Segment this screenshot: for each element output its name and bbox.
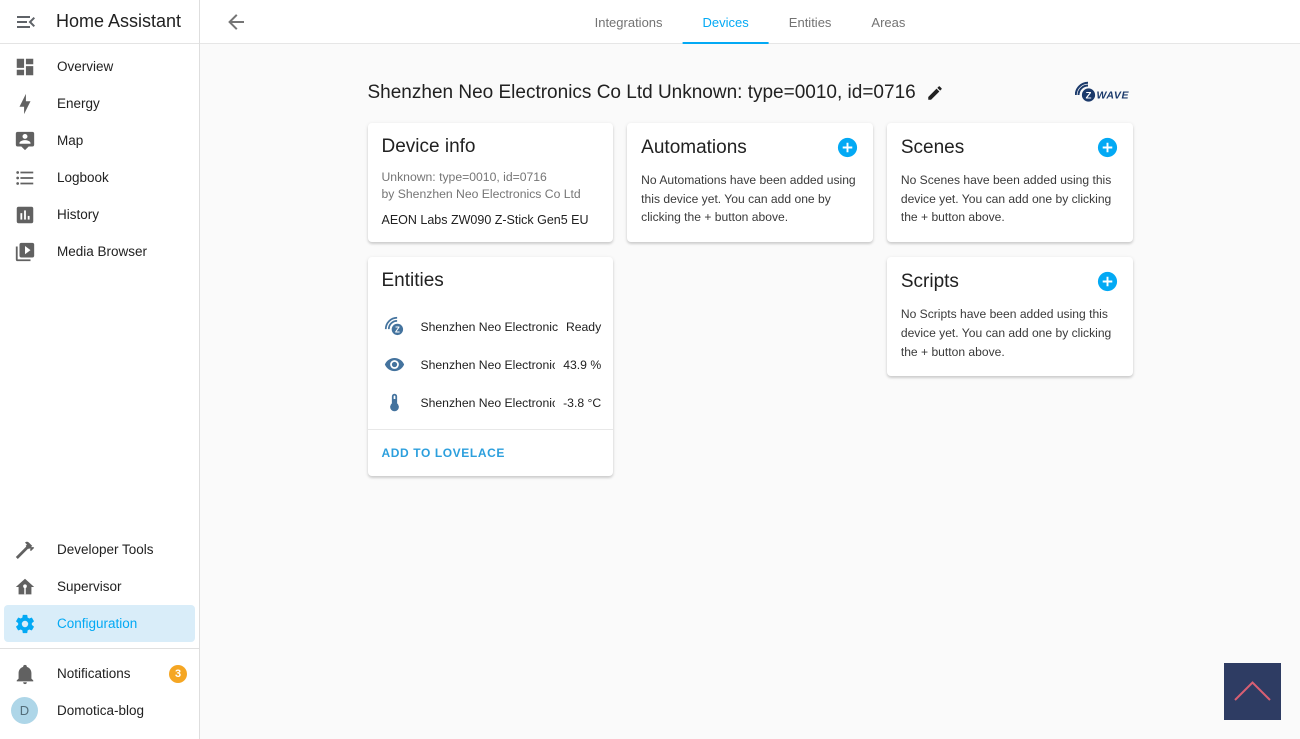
lightning-bolt-icon <box>14 93 36 115</box>
sidebar-item-profile[interactable]: D Domotica-blog <box>0 692 199 729</box>
scenes-title: Scenes <box>900 136 965 158</box>
add-automation-button[interactable] <box>836 136 859 159</box>
entities-card-footer: ADD TO LOVELACE <box>367 428 614 476</box>
cards-column-2: Automations No Automations have been add… <box>627 123 873 257</box>
scripts-empty-text: No Scripts have been added using this de… <box>900 307 1112 359</box>
device-info-title: Device info <box>381 136 476 157</box>
cards-grid: Device info Unknown: type=0010, id=0716 … <box>367 123 1133 491</box>
scenes-empty-text: No Scenes have been added using this dev… <box>900 173 1112 225</box>
entities-title: Entities <box>381 269 444 291</box>
svg-text:Z: Z <box>394 325 399 334</box>
entity-row[interactable]: Shenzhen Neo Electronics C... -3.8 °C <box>368 384 614 422</box>
main-area: Integrations Devices Entities Areas Shen… <box>200 0 1300 739</box>
scripts-title: Scripts <box>900 270 959 292</box>
device-model: Unknown: type=0010, id=0716 <box>381 170 547 184</box>
automations-card: Automations No Automations have been add… <box>627 123 873 243</box>
entity-name: Shenzhen Neo Electronics C... <box>420 357 556 372</box>
device-via: AEON Labs ZW090 Z-Stick Gen5 EU <box>381 212 589 227</box>
sidebar-nav: Overview Energy Map Logbook History Medi… <box>0 44 199 270</box>
tab-devices[interactable]: Devices <box>682 0 770 44</box>
avatar: D <box>11 697 38 724</box>
eye-icon <box>384 354 405 375</box>
cards-column-1: Device info Unknown: type=0010, id=0716 … <box>367 123 614 491</box>
home-assistant-icon <box>14 576 36 598</box>
chart-box-icon <box>14 204 36 226</box>
sidebar-bottom: Developer Tools Supervisor Configuration… <box>0 531 199 739</box>
svg-text:WAVE: WAVE <box>1096 89 1129 101</box>
entity-row[interactable]: Shenzhen Neo Electronics C... 43.9 % <box>368 346 614 384</box>
back-arrow-icon[interactable] <box>224 10 248 34</box>
entities-card: Entities Z Shenzhen Neo Electronic Ready… <box>367 256 614 476</box>
add-script-button[interactable] <box>1096 270 1119 293</box>
notification-badge: 3 <box>169 664 187 683</box>
top-header: Integrations Devices Entities Areas <box>200 0 1300 44</box>
app-title: Home Assistant <box>56 11 182 31</box>
tab-integrations[interactable]: Integrations <box>575 0 683 44</box>
scenes-card: Scenes No Scenes have been added using t… <box>886 123 1133 243</box>
entity-state: 43.9 % <box>563 357 602 372</box>
sidebar-header: Home Assistant <box>0 0 199 44</box>
sidebar-item-supervisor[interactable]: Supervisor <box>0 568 199 605</box>
tab-areas[interactable]: Areas <box>851 0 925 44</box>
config-tabs: Integrations Devices Entities Areas <box>575 0 926 44</box>
dashboard-icon <box>14 56 36 78</box>
sidebar-item-history[interactable]: History <box>0 196 199 233</box>
sidebar-item-map[interactable]: Map <box>0 122 199 159</box>
sidebar: Home Assistant Overview Energy Map Logbo… <box>0 0 200 739</box>
entity-state: -3.8 °C <box>563 395 602 410</box>
menu-open-icon[interactable] <box>14 10 38 34</box>
zwave-brand-logo: Z WAVE <box>1074 76 1133 111</box>
entity-row[interactable]: Z Shenzhen Neo Electronics C... Ready <box>368 308 614 346</box>
gear-icon <box>14 613 36 635</box>
list-icon <box>14 167 36 189</box>
svg-text:Z: Z <box>1085 90 1091 101</box>
cards-column-3: Scenes No Scenes have been added using t… <box>886 123 1133 391</box>
add-to-lovelace-button[interactable]: ADD TO LOVELACE <box>382 446 505 460</box>
corner-chevron-logo <box>1224 663 1281 720</box>
sidebar-item-overview[interactable]: Overview <box>0 48 199 85</box>
page-title: Shenzhen Neo Electronics Co Ltd Unknown:… <box>367 82 916 103</box>
sidebar-item-energy[interactable]: Energy <box>0 85 199 122</box>
page-content: Shenzhen Neo Electronics Co Ltd Unknown:… <box>200 44 1300 739</box>
play-box-icon <box>14 241 36 263</box>
bell-icon <box>14 663 36 685</box>
entity-state: Ready <box>565 319 602 334</box>
hammer-icon <box>14 539 36 561</box>
automations-empty-text: No Automations have been added using thi… <box>641 173 856 225</box>
scripts-card: Scripts No Scripts have been added using… <box>886 257 1133 377</box>
zwave-icon: Z <box>384 316 405 337</box>
sidebar-item-developer-tools[interactable]: Developer Tools <box>0 531 199 568</box>
entity-name: Shenzhen Neo Electronics C... <box>420 395 556 410</box>
sidebar-item-media-browser[interactable]: Media Browser <box>0 233 199 270</box>
device-title-row: Shenzhen Neo Electronics Co Ltd Unknown:… <box>368 78 1133 108</box>
device-info-card: Device info Unknown: type=0010, id=0716 … <box>367 123 614 242</box>
automations-title: Automations <box>641 136 747 158</box>
map-account-icon <box>14 130 36 152</box>
entity-list: Z Shenzhen Neo Electronics C... Ready <box>368 308 614 422</box>
tab-entities[interactable]: Entities <box>769 0 852 44</box>
sidebar-item-configuration[interactable]: Configuration <box>4 605 195 642</box>
entity-name: Shenzhen Neo Electronics C... <box>420 319 558 334</box>
sidebar-divider <box>0 648 199 649</box>
edit-pencil-icon[interactable] <box>926 84 944 102</box>
thermometer-icon <box>384 392 405 413</box>
add-scene-button[interactable] <box>1096 136 1119 159</box>
sidebar-item-logbook[interactable]: Logbook <box>0 159 199 196</box>
device-manufacturer: by Shenzhen Neo Electronics Co Ltd <box>381 186 581 201</box>
sidebar-item-notifications[interactable]: Notifications 3 <box>0 655 199 692</box>
